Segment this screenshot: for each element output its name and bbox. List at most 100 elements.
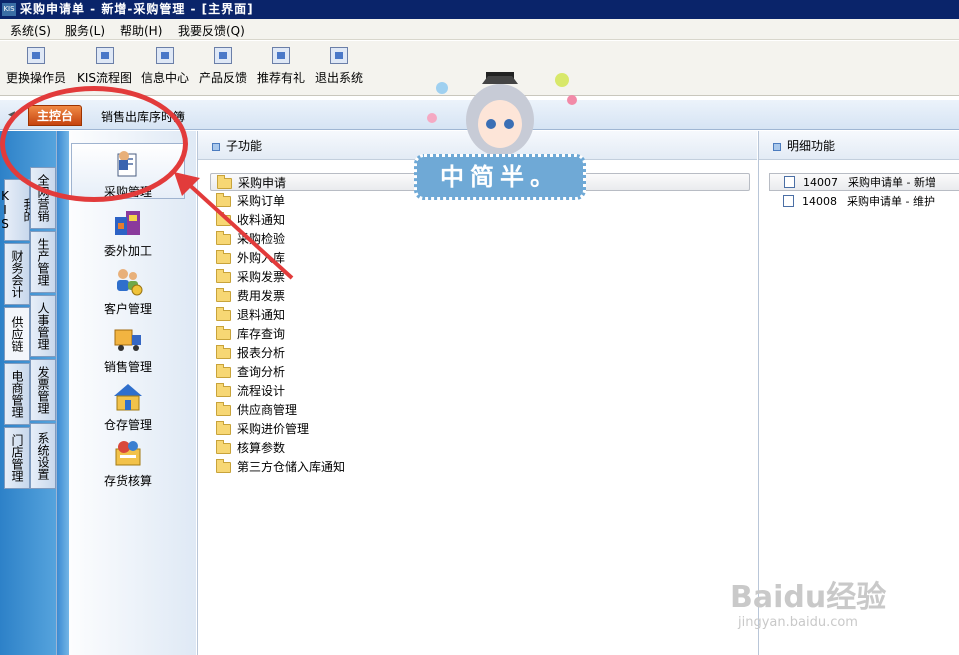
- annotation-arrow: [174, 172, 294, 280]
- folder-icon: [216, 364, 231, 378]
- folder-icon: [216, 440, 231, 454]
- document-icon: [783, 195, 794, 207]
- folder-label: 流程设计: [237, 384, 286, 398]
- folder-label: 第三方仓储入库通知: [237, 460, 346, 474]
- folder-label: 报表分析: [237, 346, 286, 360]
- folder-icon: [216, 288, 231, 302]
- exit-icon: [330, 47, 348, 64]
- folder-label: 供应商管理: [237, 403, 298, 417]
- baidu-watermark-url: jingyan.baidu.com: [738, 615, 858, 630]
- nav-warehouse-management[interactable]: 仓存管理: [71, 377, 185, 433]
- folder-label: 费用发票: [237, 289, 286, 303]
- folder-label: 核算参数: [237, 441, 286, 455]
- nav-inventory-accounting[interactable]: 存货核算: [71, 433, 185, 489]
- tool-label: 信息中心: [141, 71, 190, 85]
- nav-label: 委外加工: [103, 244, 152, 258]
- nav-accent-bar: [57, 131, 69, 655]
- folder-row[interactable]: 第三方仓储入库通知: [210, 458, 750, 476]
- gift-icon: [272, 47, 290, 64]
- tab-invoice[interactable]: 发票管理: [30, 359, 56, 421]
- users-icon: [27, 47, 45, 64]
- folder-icon: [216, 421, 231, 435]
- tab-my-kis[interactable]: 我的KIS: [0, 179, 36, 241]
- anime-girl-illustration: [427, 72, 577, 156]
- nav-sales-management[interactable]: 销售管理: [71, 319, 185, 375]
- switch-operator-button[interactable]: 更换操作员: [6, 47, 66, 86]
- flowchart-icon: [95, 47, 114, 64]
- menu-help[interactable]: 帮助(H): [120, 22, 162, 39]
- warehouse-icon: [112, 381, 144, 413]
- nav-label: 客户管理: [103, 302, 152, 316]
- tab-store[interactable]: 门店管理: [4, 427, 30, 489]
- folder-row[interactable]: 采购进价管理: [210, 420, 750, 438]
- tool-label: KIS流程图: [77, 71, 133, 85]
- header-bullet-icon: [773, 143, 781, 151]
- baidu-watermark: Baidu经验: [730, 580, 887, 615]
- folder-icon: [216, 307, 231, 321]
- nav-outsourcing[interactable]: 委外加工: [71, 203, 185, 259]
- product-feedback-button[interactable]: 产品反馈: [199, 47, 247, 86]
- folder-icon: [216, 459, 231, 473]
- folder-label: 采购进价管理: [237, 422, 310, 436]
- exit-system-button[interactable]: 退出系统: [315, 47, 363, 86]
- detail-header: 明细功能: [759, 131, 959, 160]
- tab-supply-chain[interactable]: 供应链: [4, 307, 30, 361]
- folder-icon: [216, 383, 231, 397]
- header-bullet-icon: [212, 143, 220, 151]
- folder-row[interactable]: 查询分析: [210, 363, 750, 381]
- detail-row[interactable]: 14007 采购申请单 - 新增: [769, 173, 959, 191]
- folder-icon: [216, 402, 231, 416]
- anime-sticker-overlay: 中简半。: [412, 58, 588, 200]
- detail-code: 14007: [803, 176, 838, 189]
- nav-customer-management[interactable]: 客户管理: [71, 261, 185, 317]
- tab-production[interactable]: 生产管理: [30, 231, 56, 293]
- menu-service[interactable]: 服务(L): [65, 22, 105, 39]
- nav-label: 存货核算: [103, 474, 152, 488]
- tab-system-settings[interactable]: 系统设置: [30, 423, 56, 489]
- detail-header-label: 明细功能: [787, 139, 836, 153]
- detail-code: 14008: [802, 195, 837, 208]
- folder-row[interactable]: 流程设计: [210, 382, 750, 400]
- folder-row[interactable]: 退料通知: [210, 306, 750, 324]
- customer-icon: [112, 265, 144, 297]
- feedback-icon: [214, 47, 232, 64]
- tool-label: 退出系统: [315, 71, 364, 85]
- folder-row[interactable]: 供应商管理: [210, 401, 750, 419]
- folder-label: 退料通知: [237, 308, 286, 322]
- folder-icon: [216, 345, 231, 359]
- annotation-circle: [0, 86, 188, 202]
- folder-icon: [216, 326, 231, 340]
- inventory-icon: [112, 437, 144, 469]
- kis-flowchart-button[interactable]: KIS流程图: [77, 47, 132, 86]
- tab-ecommerce[interactable]: 电商管理: [4, 363, 30, 425]
- folder-label: 库存查询: [237, 327, 286, 341]
- menu-bar: 系统(S) 服务(L) 帮助(H) 我要反馈(Q): [0, 19, 959, 40]
- tool-label: 产品反馈: [199, 71, 248, 85]
- info-center-button[interactable]: 信息中心: [141, 47, 189, 86]
- sticker-banner: 中简半。: [414, 154, 586, 200]
- menu-feedback[interactable]: 我要反馈(Q): [178, 22, 245, 39]
- subfunction-header-label: 子功能: [226, 139, 263, 153]
- outsource-icon: [112, 207, 144, 239]
- nav-label: 仓存管理: [103, 418, 152, 432]
- menu-system[interactable]: 系统(S): [10, 22, 51, 39]
- folder-row[interactable]: 报表分析: [210, 344, 750, 362]
- app-icon: KIS: [2, 3, 16, 16]
- detail-label: 采购申请单 - 新增: [848, 176, 936, 189]
- tab-hr[interactable]: 人事管理: [30, 295, 56, 357]
- folder-label: 查询分析: [237, 365, 286, 379]
- detail-row[interactable]: 14008 采购申请单 - 维护: [769, 193, 959, 211]
- tab-finance[interactable]: 财务会计: [4, 243, 30, 305]
- title-bar: KIS 采购申请单 - 新增-采购管理 - [主界面]: [0, 0, 959, 19]
- document-icon: [784, 176, 795, 188]
- referral-button[interactable]: 推荐有礼: [257, 47, 305, 86]
- message-icon: [156, 47, 174, 64]
- folder-row[interactable]: 核算参数: [210, 439, 750, 457]
- truck-icon: [112, 323, 144, 355]
- detail-label: 采购申请单 - 维护: [847, 195, 935, 208]
- tool-label: 更换操作员: [6, 71, 67, 85]
- tool-label: 推荐有礼: [257, 71, 306, 85]
- window-title: 采购申请单 - 新增-采购管理 - [主界面]: [20, 2, 254, 16]
- folder-row[interactable]: 库存查询: [210, 325, 750, 343]
- nav-label: 销售管理: [103, 360, 152, 374]
